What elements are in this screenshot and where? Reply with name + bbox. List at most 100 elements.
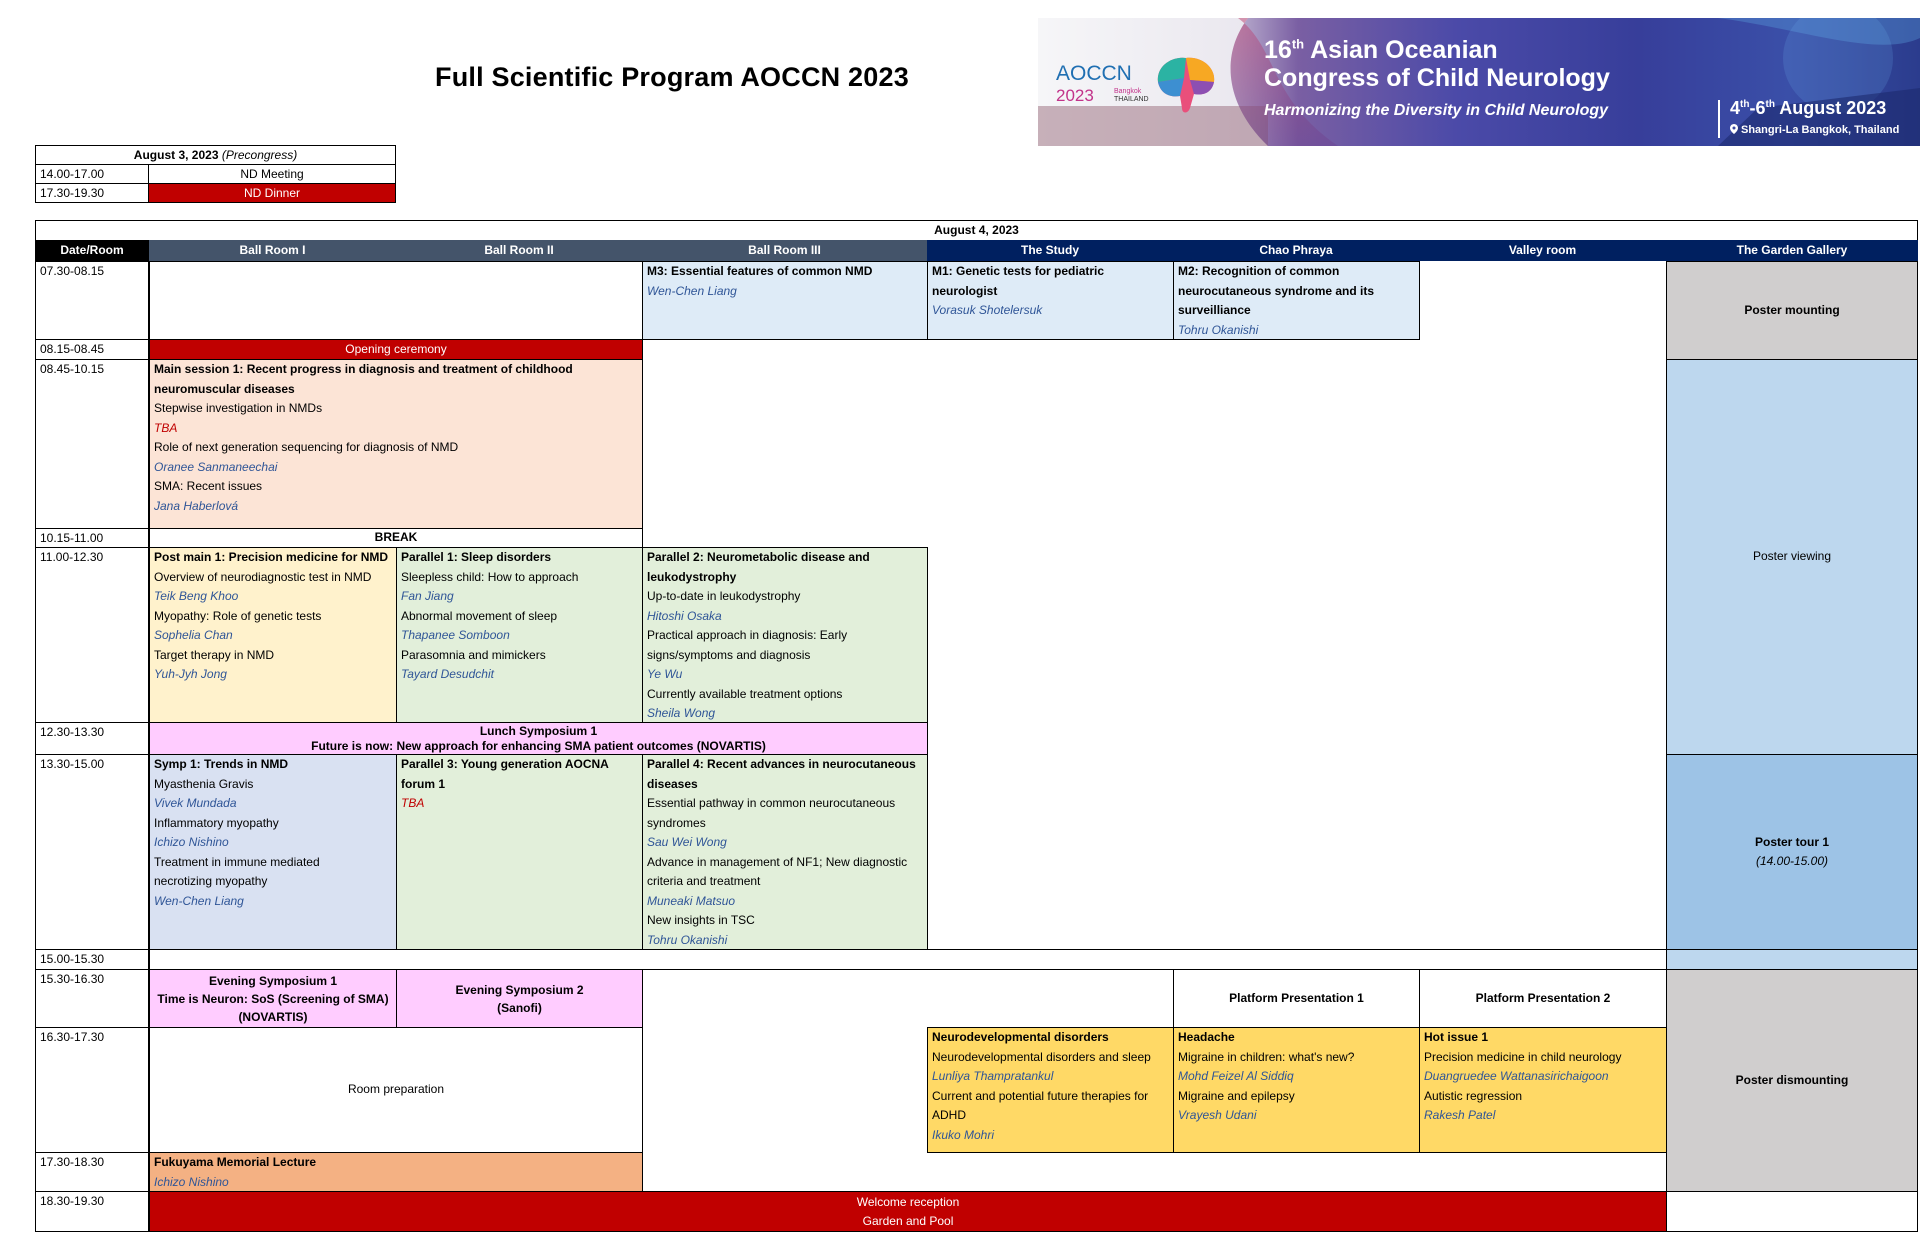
empty-cell bbox=[149, 949, 1667, 970]
speaker-name: Tohru Okanishi bbox=[1178, 322, 1259, 337]
opening-ceremony[interactable]: Opening ceremony bbox=[149, 339, 643, 360]
welcome-reception[interactable]: Welcome reception Garden and Pool bbox=[149, 1191, 1667, 1232]
main-date-header: August 4, 2023 bbox=[35, 220, 1918, 241]
session-hot-issue-1[interactable]: Hot issue 1 Precision medicine in child … bbox=[1419, 1027, 1667, 1153]
talk-title: Role of next generation sequencing for d… bbox=[154, 440, 459, 454]
talk-title: Precision medicine in child neurology bbox=[1424, 1049, 1622, 1064]
talk-title: syndromes bbox=[647, 815, 706, 830]
platform-presentation-1[interactable]: Platform Presentation 1 bbox=[1173, 969, 1420, 1028]
speaker-name: Muneaki Matsuo bbox=[647, 893, 736, 908]
talk-title: necrotizing myopathy bbox=[154, 874, 268, 888]
session-headache[interactable]: Headache Migraine in children: what's ne… bbox=[1173, 1027, 1420, 1153]
session-title: Welcome reception bbox=[856, 1194, 960, 1209]
poster-tour-1[interactable]: Poster tour 1 (14.00-15.00) bbox=[1666, 754, 1918, 950]
session-title: M1: Genetic tests for pediatric neurolog… bbox=[932, 264, 1105, 298]
session-title: forum 1 bbox=[401, 776, 446, 791]
talk-title: Sleepless child: How to approach bbox=[401, 569, 579, 584]
session-title: Symp 1: Trends in NMD bbox=[154, 757, 289, 771]
time-slot: 08.15-08.45 bbox=[35, 339, 149, 360]
session-title: leukodystrophy bbox=[647, 569, 737, 584]
poster-gap-cell bbox=[1666, 949, 1918, 970]
speaker-name: Ikuko Mohri bbox=[932, 1127, 995, 1142]
time-slot: 15.00-15.30 bbox=[35, 949, 149, 970]
speaker-name: Wen-Chen Liang bbox=[154, 893, 244, 908]
speaker-name: Oranee Sanmaneechai bbox=[154, 459, 278, 474]
session-m2[interactable]: M2: Recognition of common neurocutaneous… bbox=[1173, 261, 1420, 340]
talk-title: Inflammatory myopathy bbox=[154, 815, 279, 830]
main-session-1[interactable]: Main session 1: Recent progress in diagn… bbox=[149, 359, 643, 529]
parallel-session-3[interactable]: Parallel 3: Young generation AOCNA forum… bbox=[396, 754, 643, 950]
talk-title: Target therapy in NMD bbox=[154, 647, 275, 662]
talk-title: criteria and treatment bbox=[647, 874, 761, 888]
speaker-name: Teik Beng Khoo bbox=[154, 589, 239, 603]
speaker-name: TBA bbox=[401, 796, 425, 810]
parallel-session-1[interactable]: Parallel 1: Sleep disorders Sleepless ch… bbox=[396, 547, 643, 723]
time-slot: 12.30-13.30 bbox=[35, 722, 149, 755]
session-title: surveilliance bbox=[1178, 303, 1251, 317]
talk-title: Advance in management of NF1; New diagno… bbox=[647, 854, 908, 869]
room-preparation: Room preparation bbox=[149, 1027, 643, 1153]
talk-title: New insights in TSC bbox=[647, 913, 755, 927]
break-cell: BREAK bbox=[149, 528, 643, 548]
speaker-name: Ye Wu bbox=[647, 667, 683, 681]
time-slot: 10.15-11.00 bbox=[35, 528, 149, 548]
session-neurodevelopmental[interactable]: Neurodevelopmental disorders Neurodevelo… bbox=[927, 1027, 1174, 1153]
session-title: neuromuscular diseases bbox=[154, 381, 295, 396]
session-title: Poster tour 1 bbox=[1754, 834, 1829, 849]
session-title: diseases bbox=[647, 776, 698, 791]
speaker-name: Vrayesh Udani bbox=[1178, 1108, 1257, 1122]
speaker-name: Fan Jiang bbox=[401, 589, 454, 603]
evening-symposium-1[interactable]: Evening Symposium 1 Time is Neuron: SoS … bbox=[149, 969, 397, 1028]
header-ball-room-2: Ball Room II bbox=[396, 240, 642, 261]
session-title: Parallel 1: Sleep disorders bbox=[401, 550, 552, 564]
session-sponsor: (NOVARTIS) bbox=[238, 1009, 308, 1024]
talk-title: Up-to-date in leukodystrophy bbox=[647, 589, 801, 603]
speaker-name: Thapanee Somboon bbox=[401, 628, 510, 642]
lunch-symposium-1[interactable]: Lunch Symposium 1 Future is now: New app… bbox=[149, 722, 928, 755]
talk-title: Neurodevelopmental disorders and sleep bbox=[932, 1049, 1151, 1064]
speaker-name: Vorasuk Shotelersuk bbox=[932, 303, 1043, 317]
speaker-name: Duangruedee Wattanasirichaigoon bbox=[1424, 1069, 1609, 1083]
symposium-1[interactable]: Symp 1: Trends in NMD Myasthenia Gravis … bbox=[149, 754, 397, 950]
speaker-name: Sau Wei Wong bbox=[647, 835, 727, 849]
talk-title: Migraine in children: what's new? bbox=[1178, 1049, 1355, 1064]
session-m3[interactable]: M3: Essential features of common NMD Wen… bbox=[642, 261, 928, 340]
header-date-room: Date/Room bbox=[35, 240, 149, 261]
speaker-name: Hitoshi Osaka bbox=[647, 608, 722, 623]
speaker-name: Ichizo Nishino bbox=[154, 835, 229, 849]
time-slot: 17.30-18.30 bbox=[35, 1152, 149, 1192]
session-title: Headache bbox=[1178, 1030, 1235, 1044]
evening-symposium-2[interactable]: Evening Symposium 2 (Sanofi) bbox=[396, 969, 643, 1028]
time-slot: 07.30-08.15 bbox=[35, 261, 149, 340]
talk-title: Currently available treatment options bbox=[647, 686, 843, 701]
session-location: Garden and Pool bbox=[862, 1213, 954, 1228]
main-program-grid: August 4, 2023 Date/Room Ball Room I Bal… bbox=[0, 0, 1920, 1233]
header-the-study: The Study bbox=[927, 240, 1173, 261]
talk-title: Essential pathway in common neurocutaneo… bbox=[647, 796, 896, 810]
session-title: Evening Symposium 2 bbox=[455, 982, 584, 997]
header-ball-room-1: Ball Room I bbox=[149, 240, 396, 261]
session-title: Parallel 4: Recent advances in neurocuta… bbox=[647, 757, 916, 771]
session-title: Hot issue 1 bbox=[1424, 1030, 1489, 1044]
talk-title: Myasthenia Gravis bbox=[154, 776, 254, 791]
parallel-session-4[interactable]: Parallel 4: Recent advances in neurocuta… bbox=[642, 754, 928, 950]
speaker-name: Rakesh Patel bbox=[1424, 1108, 1496, 1122]
speaker-name: Yuh-Jyh Jong bbox=[154, 667, 227, 681]
talk-title: Current and potential future therapies f… bbox=[932, 1088, 1149, 1103]
post-main-session-1[interactable]: Post main 1: Precision medicine for NMD … bbox=[149, 547, 397, 723]
session-subtitle: Future is now: New approach for enhancin… bbox=[311, 739, 766, 753]
platform-presentation-2[interactable]: Platform Presentation 2 bbox=[1419, 969, 1667, 1028]
poster-viewing: Poster viewing bbox=[1666, 359, 1918, 755]
parallel-session-2[interactable]: Parallel 2: Neurometabolic disease and l… bbox=[642, 547, 928, 723]
speaker-name: Tayard Desudchit bbox=[401, 667, 494, 681]
speaker-name: Jana Haberlová bbox=[154, 498, 239, 513]
talk-title: Overview of neurodiagnostic test in NMD bbox=[154, 569, 372, 584]
session-title: Main session 1: Recent progress in diagn… bbox=[154, 362, 573, 376]
empty-cell bbox=[149, 261, 643, 340]
speaker-name: Wen-Chen Liang bbox=[647, 283, 737, 298]
speaker-name: Vivek Mundada bbox=[154, 796, 237, 810]
session-title: Fukuyama Memorial Lecture bbox=[154, 1155, 317, 1169]
talk-title: Abnormal movement of sleep bbox=[401, 608, 558, 623]
fukuyama-memorial-lecture[interactable]: Fukuyama Memorial Lecture Ichizo Nishino bbox=[149, 1152, 643, 1192]
session-m1[interactable]: M1: Genetic tests for pediatric neurolog… bbox=[927, 261, 1174, 340]
